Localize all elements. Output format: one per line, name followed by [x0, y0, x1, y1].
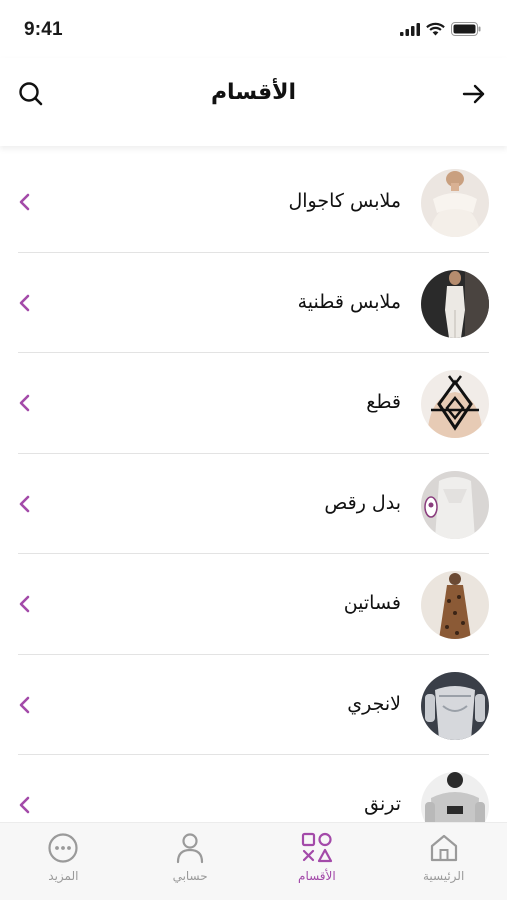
chevron-left-icon [14, 292, 34, 314]
home-icon [427, 831, 461, 865]
lingerie-image [421, 671, 489, 740]
chevron-left-icon [14, 493, 34, 515]
tab-account[interactable]: حسابي [127, 823, 254, 900]
tracksuit-image [421, 772, 489, 822]
chevron-left-icon [14, 694, 34, 716]
category-label: فساتين [343, 592, 401, 614]
category-row[interactable]: لانجري [0, 655, 507, 755]
page-title: الأقسام [210, 80, 297, 105]
category-label: قطع [366, 391, 401, 413]
category-row[interactable]: قطع [0, 353, 507, 454]
wifi-icon [426, 22, 445, 36]
tab-home[interactable]: الرئيسية [380, 823, 507, 900]
tab-categories[interactable]: الأقسام [254, 823, 381, 900]
app-header: الأقسام [0, 58, 507, 146]
category-list: ملابس كاجوال ملابس قطنية قطع بدل رقص فسا… [0, 152, 507, 822]
category-row[interactable]: فساتين [0, 554, 507, 655]
tab-categories-label: الأقسام [298, 869, 336, 883]
chevron-left-icon [14, 794, 34, 816]
cotton-outfit-image [421, 269, 489, 338]
tab-more[interactable]: المزيد [0, 823, 127, 900]
cellular-signal-icon [400, 22, 420, 36]
tab-home-label: الرئيسية [422, 869, 465, 883]
category-row[interactable]: ترنق [0, 755, 507, 822]
status-bar: 9:41 [0, 0, 507, 58]
chevron-left-icon [14, 593, 34, 615]
user-icon [173, 831, 207, 865]
status-icons [400, 22, 481, 36]
bottom-tab-bar: الرئيسية الأقسام حسابي المزيد [0, 822, 507, 900]
category-row[interactable]: ملابس كاجوال [0, 152, 507, 253]
status-time: 9:41 [24, 19, 63, 40]
category-row[interactable]: ملابس قطنية [0, 253, 507, 353]
category-label: ترنق [364, 793, 401, 815]
categories-icon [300, 831, 334, 865]
tab-more-label: المزيد [48, 869, 79, 883]
leopard-dress-image [421, 571, 489, 639]
category-label: ملابس كاجوال [288, 190, 401, 212]
chevron-left-icon [14, 392, 34, 414]
chevron-left-icon [14, 191, 34, 213]
category-label: لانجري [347, 692, 401, 715]
category-row[interactable]: بدل رقص [0, 454, 507, 554]
battery-icon [451, 22, 481, 36]
casual-top-image [421, 169, 489, 237]
harness-piece-image [421, 370, 489, 438]
tab-account-label: حسابي [172, 869, 208, 883]
back-button[interactable] [459, 79, 489, 109]
arrow-right-icon [462, 84, 485, 104]
category-label: ملابس قطنية [297, 290, 401, 313]
dance-suit-image [421, 470, 489, 539]
more-icon [46, 831, 80, 865]
category-label: بدل رقص [324, 491, 401, 514]
